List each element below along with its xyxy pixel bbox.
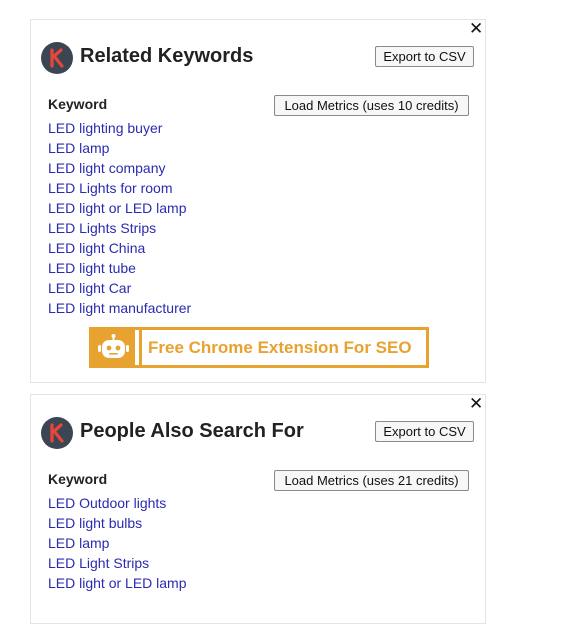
keywords-everywhere-logo <box>41 42 73 74</box>
panel-title: People Also Search For <box>80 420 304 442</box>
list-item: LED light manufacturer <box>48 300 191 320</box>
keyword-link[interactable]: LED lighting buyer <box>48 120 162 136</box>
list-item: LED Outdoor lights <box>48 495 187 515</box>
keyword-link[interactable]: LED Outdoor lights <box>48 495 166 511</box>
promo-accent-bar <box>139 330 142 365</box>
keyword-link[interactable]: LED lamp <box>48 140 109 156</box>
keyword-link[interactable]: LED light company <box>48 160 166 176</box>
list-item: LED Light Strips <box>48 555 187 575</box>
keyword-link[interactable]: LED light China <box>48 240 145 256</box>
list-item: LED light bulbs <box>48 515 187 535</box>
robot-icon <box>92 330 135 365</box>
keyword-column-header: Keyword <box>48 471 108 487</box>
keyword-link[interactable]: LED light tube <box>48 260 136 276</box>
keyword-link[interactable]: LED Light Strips <box>48 555 149 571</box>
panel-title: Related Keywords <box>80 45 254 67</box>
keywords-everywhere-logo <box>41 417 73 449</box>
close-icon[interactable]: ✕ <box>469 396 483 413</box>
list-item: LED Lights Strips <box>48 220 191 240</box>
keyword-list: LED lighting buyer LED lamp LED light co… <box>48 120 191 320</box>
list-item: LED light or LED lamp <box>48 575 187 595</box>
load-metrics-button[interactable]: Load Metrics (uses 10 credits) <box>274 95 469 116</box>
keyword-link[interactable]: LED light manufacturer <box>48 300 191 316</box>
related-keywords-panel: ✕ Related Keywords Export to CSV Keyword… <box>30 19 486 383</box>
keyword-link[interactable]: LED light or LED lamp <box>48 575 187 591</box>
list-item: LED Lights for room <box>48 180 191 200</box>
list-item: LED light China <box>48 240 191 260</box>
list-item: LED light Car <box>48 280 191 300</box>
promo-text: Free Chrome Extension For SEO <box>148 338 412 357</box>
list-item: LED light company <box>48 160 191 180</box>
close-icon[interactable]: ✕ <box>469 21 483 38</box>
keyword-link[interactable]: LED Lights for room <box>48 180 173 196</box>
export-csv-button[interactable]: Export to CSV <box>375 421 474 442</box>
list-item: LED lamp <box>48 535 187 555</box>
list-item: LED light or LED lamp <box>48 200 191 220</box>
keyword-link[interactable]: LED light Car <box>48 280 131 296</box>
keyword-link[interactable]: LED light or LED lamp <box>48 200 187 216</box>
load-metrics-button[interactable]: Load Metrics (uses 21 credits) <box>274 470 469 491</box>
list-item: LED light tube <box>48 260 191 280</box>
keyword-column-header: Keyword <box>48 96 108 112</box>
export-csv-button[interactable]: Export to CSV <box>375 46 474 67</box>
keyword-link[interactable]: LED lamp <box>48 535 109 551</box>
chrome-extension-promo-banner[interactable]: Free Chrome Extension For SEO <box>89 327 429 368</box>
keyword-link[interactable]: LED light bulbs <box>48 515 142 531</box>
people-also-search-panel: ✕ People Also Search For Export to CSV K… <box>30 394 486 624</box>
keyword-list: LED Outdoor lights LED light bulbs LED l… <box>48 495 187 595</box>
list-item: LED lamp <box>48 140 191 160</box>
keyword-link[interactable]: LED Lights Strips <box>48 220 156 236</box>
list-item: LED lighting buyer <box>48 120 191 140</box>
